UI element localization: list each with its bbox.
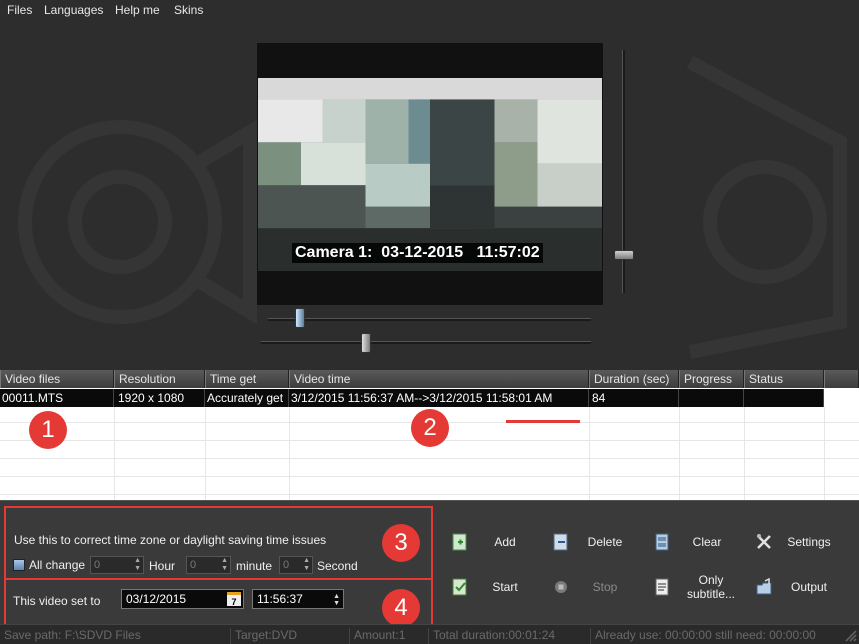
status-target: Target:DVD: [230, 628, 297, 644]
grid-line: [289, 407, 290, 500]
cell-progress: [679, 389, 744, 407]
grid-line: [824, 407, 825, 500]
table-row[interactable]: 00011.MTS 1920 x 1080 Accurately get 3/1…: [0, 389, 824, 407]
video-preview: Camera 1: 03-12-2015 11:57:02: [257, 43, 603, 305]
all-change-label: All change: [29, 558, 86, 572]
hour-spinner[interactable]: 0 ▲ ▼: [90, 556, 144, 574]
status-amount: Amount:1: [349, 628, 405, 644]
all-change-checkbox[interactable]: [13, 559, 25, 571]
date-value: 03/12/2015: [126, 592, 187, 606]
minute-label: minute: [236, 559, 273, 573]
spinner-arrows-icon[interactable]: ▲ ▼: [134, 557, 141, 573]
date-picker[interactable]: 03/12/2015 7: [121, 589, 244, 609]
add-file-icon: [452, 533, 467, 551]
time-picker[interactable]: 11:56:37 ▲ ▼: [252, 589, 344, 609]
set-video-label: This video set to: [13, 594, 101, 608]
menu-files[interactable]: Files: [7, 3, 32, 17]
column-header-resolution[interactable]: Resolution: [114, 370, 205, 388]
clear-label: Clear: [692, 535, 722, 549]
column-header-time-get[interactable]: Time get: [205, 370, 289, 388]
start-label: Start: [492, 580, 518, 594]
cell-status: [744, 389, 824, 407]
grid-line: [114, 407, 115, 500]
second-spinner[interactable]: 0 ▲ ▼: [279, 556, 313, 574]
settings-label: Settings: [787, 535, 831, 549]
second-value: 0: [283, 559, 290, 571]
tools-icon: [757, 534, 771, 549]
status-total-duration: Total duration:00:01:24: [428, 628, 555, 644]
add-button[interactable]: Add: [452, 524, 552, 560]
annotation-marker-4: 4: [382, 589, 420, 627]
cell-resolution: 1920 x 1080: [114, 389, 205, 407]
grid-line: [679, 407, 680, 500]
grid-line: [0, 458, 859, 459]
time-value: 11:56:37: [257, 592, 303, 606]
column-header-video-time[interactable]: Video time: [289, 370, 589, 388]
annotation-marker-1: 1: [29, 411, 67, 449]
grid-line: [744, 407, 745, 500]
resize-grip-icon[interactable]: [843, 628, 857, 642]
seek-slider-track[interactable]: [268, 318, 591, 321]
only-subtitle-button[interactable]: Only subtitle...: [654, 569, 754, 605]
timezone-hint: Use this to correct time zone or dayligh…: [14, 533, 327, 547]
cell-file: 00011.MTS: [0, 389, 114, 407]
column-header-progress[interactable]: Progress: [679, 370, 744, 388]
start-button[interactable]: Start: [452, 569, 552, 605]
annotation-marker-3: 3: [382, 524, 420, 562]
stop-icon: [555, 581, 567, 593]
column-header-video-files[interactable]: Video files: [0, 370, 114, 388]
column-header-filler: [824, 370, 859, 388]
status-already-use: Already use: 00:00:00 still need: 00:00:…: [590, 628, 816, 644]
video-timestamp-overlay: Camera 1: 03-12-2015 11:57:02: [292, 243, 543, 263]
position-slider-handle[interactable]: [361, 333, 371, 353]
grid-line: [0, 476, 859, 477]
stop-label: Stop: [592, 580, 618, 594]
add-label: Add: [494, 535, 516, 549]
only-subtitle-label: Only subtitle...: [686, 573, 736, 601]
annotation-marker-2: 2: [411, 409, 449, 447]
cell-duration: 84: [589, 389, 679, 407]
position-slider-track[interactable]: [261, 341, 591, 344]
annotation-underline: [506, 420, 580, 423]
menu-bar: Files Languages Help me Skins: [0, 0, 859, 22]
menu-help[interactable]: Help me: [115, 3, 160, 17]
subtitle-document-icon: [655, 578, 669, 596]
spinner-arrows-icon[interactable]: ▲ ▼: [333, 593, 340, 607]
hour-label: Hour: [149, 559, 176, 573]
cell-time-get: Accurately get: [205, 389, 289, 407]
output-label: Output: [790, 580, 828, 594]
status-bar: Save path: F:\SDVD Files Target:DVD Amou…: [0, 624, 859, 644]
grid-line: [589, 407, 590, 500]
hour-value: 0: [94, 559, 101, 571]
table-header: Video files Resolution Time get Video ti…: [0, 370, 859, 388]
output-button[interactable]: Output: [756, 569, 856, 605]
menu-skins[interactable]: Skins: [174, 3, 203, 17]
spinner-arrows-icon[interactable]: ▲ ▼: [303, 557, 310, 573]
volume-slider-handle[interactable]: [614, 250, 634, 260]
minute-value: 0: [190, 559, 197, 571]
settings-button[interactable]: Settings: [756, 524, 856, 560]
stop-button[interactable]: Stop: [553, 569, 653, 605]
grid-line: [205, 407, 206, 500]
grid-line: [0, 494, 859, 495]
delete-file-icon: [553, 533, 568, 551]
second-label: Second: [317, 559, 358, 573]
film-strip-icon: [655, 533, 669, 551]
calendar-icon[interactable]: 7: [227, 592, 241, 607]
delete-label: Delete: [587, 535, 623, 549]
status-save-path: Save path: F:\SDVD Files: [4, 628, 141, 642]
start-check-icon: [452, 578, 467, 596]
spinner-arrows-icon[interactable]: ▲ ▼: [221, 557, 228, 573]
cell-video-time: 3/12/2015 11:56:37 AM-->3/12/2015 11:58:…: [289, 389, 589, 407]
delete-button[interactable]: Delete: [553, 524, 653, 560]
seek-slider-handle[interactable]: [295, 308, 305, 328]
clear-button[interactable]: Clear: [654, 524, 744, 560]
column-header-duration[interactable]: Duration (sec): [589, 370, 679, 388]
column-header-status[interactable]: Status: [744, 370, 824, 388]
output-folder-icon: [756, 578, 772, 595]
menu-languages[interactable]: Languages: [44, 3, 103, 17]
minute-spinner[interactable]: 0 ▲ ▼: [186, 556, 231, 574]
